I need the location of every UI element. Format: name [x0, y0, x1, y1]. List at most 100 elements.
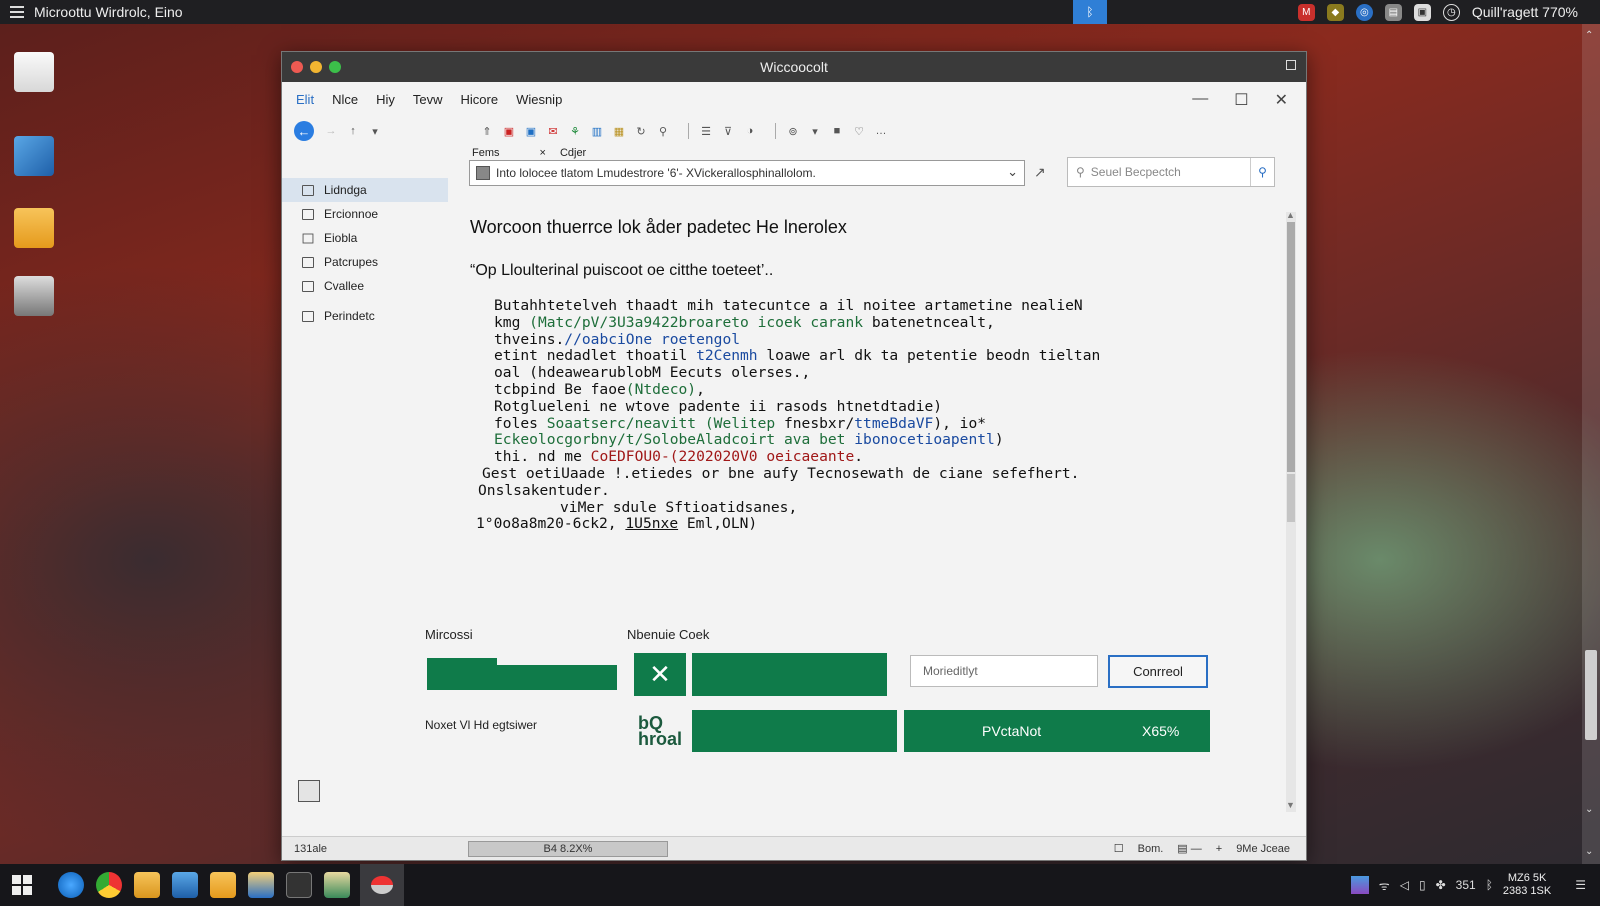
- panel-label-mid: Nbenuie Coek: [627, 627, 710, 642]
- computer-desktop-icon[interactable]: [14, 136, 54, 176]
- folder-icon[interactable]: ▦: [612, 124, 626, 138]
- battery-icon[interactable]: ▯: [1419, 878, 1426, 892]
- app-tray-icon[interactable]: [1350, 876, 1369, 894]
- menu-item-tevw[interactable]: Tevw: [413, 92, 443, 107]
- heart-icon[interactable]: ♡: [852, 124, 866, 138]
- search-button[interactable]: ⚲: [1250, 158, 1274, 186]
- square-icon[interactable]: ☐: [1114, 842, 1124, 855]
- layout-icon[interactable]: ▤ —: [1177, 842, 1201, 855]
- check-button[interactable]: ✕: [634, 653, 686, 696]
- globe-icon[interactable]: ◎: [1355, 3, 1373, 21]
- restore-icon[interactable]: [1286, 60, 1296, 70]
- contrast-icon[interactable]: ◑: [743, 124, 757, 138]
- chevron-down-icon[interactable]: ⌄: [1585, 846, 1593, 857]
- grid-icon[interactable]: ■: [830, 124, 844, 138]
- palette-icon[interactable]: ◆: [1326, 3, 1344, 21]
- chevron-down-icon[interactable]: ⌄: [1585, 804, 1593, 815]
- panel-input[interactable]: Morieditlyt: [910, 655, 1098, 687]
- menu-item-wiesnip[interactable]: Wiesnip: [516, 92, 562, 107]
- active-app-icon[interactable]: [360, 864, 404, 906]
- filter-icon[interactable]: ⊽: [721, 124, 735, 138]
- chevron-down-icon[interactable]: ⌄: [1007, 164, 1018, 180]
- control-button[interactable]: Conrreol: [1108, 655, 1208, 688]
- tab-fems[interactable]: Fems: [472, 147, 500, 159]
- content-scroll-thumb-secondary[interactable]: [1287, 474, 1295, 522]
- chart-icon[interactable]: ▥: [590, 124, 604, 138]
- chevron-down-icon[interactable]: ▾: [368, 124, 382, 138]
- menu-item-hiy[interactable]: Hiy: [376, 92, 395, 107]
- sidebar-item-perindetc[interactable]: Perindetc: [282, 304, 448, 328]
- menu-item-nlce[interactable]: Nlce: [332, 92, 358, 107]
- sidebar-item-patcrupes[interactable]: Patcrupes: [282, 250, 448, 274]
- window-titlebar[interactable]: Wiccoocolt: [282, 52, 1306, 82]
- tab-close-icon[interactable]: ×: [540, 147, 546, 159]
- file-explorer-icon[interactable]: [172, 872, 198, 898]
- hamburger-menu-icon[interactable]: [10, 6, 24, 18]
- menu-item-hicore[interactable]: Hicore: [460, 92, 498, 107]
- desktop-scroll-thumb[interactable]: [1585, 650, 1597, 740]
- volume-icon[interactable]: ◁: [1400, 878, 1409, 892]
- search-input[interactable]: ⚲ Seuel Becpectch ⚲: [1067, 157, 1275, 187]
- tab-cdjer[interactable]: Cdjer: [560, 147, 586, 159]
- chevron-down-icon[interactable]: ▾: [808, 124, 822, 138]
- maximize-icon[interactable]: ☐: [1234, 90, 1248, 110]
- minimize-icon[interactable]: —: [1192, 90, 1208, 110]
- bluetooth-icon[interactable]: ᛒ: [1073, 0, 1107, 24]
- share-icon[interactable]: ⚘: [568, 124, 582, 138]
- desktop-scrollbar[interactable]: ⌃ ⌄ ⌄: [1582, 24, 1600, 864]
- taskbar-clock[interactable]: MZ6 5K 2383 1SK: [1503, 872, 1551, 898]
- pin-icon[interactable]: ⚲: [656, 124, 670, 138]
- zoom-in-icon[interactable]: +: [1216, 843, 1222, 855]
- sidebar-item-eiobla[interactable]: Eiobla: [282, 226, 448, 250]
- sidebar-item-lidndga[interactable]: Lidndga: [282, 178, 448, 202]
- address-bar[interactable]: Into lolocee tlatom Lmudestrore '6'- XVi…: [469, 160, 1025, 186]
- close-icon[interactable]: ✕: [1275, 90, 1288, 110]
- clock-icon[interactable]: ◷: [1442, 3, 1460, 21]
- folder-icon[interactable]: [134, 872, 160, 898]
- red-app-icon[interactable]: M: [1297, 3, 1315, 21]
- mail-icon[interactable]: ✉: [546, 124, 560, 138]
- document-desktop-icon[interactable]: [14, 52, 54, 92]
- store-icon[interactable]: [324, 872, 350, 898]
- documents-folder-icon[interactable]: [210, 872, 236, 898]
- chrome-browser-icon[interactable]: [96, 872, 122, 898]
- chevron-down-icon[interactable]: ▼: [1286, 800, 1295, 810]
- photos-icon[interactable]: [248, 872, 274, 898]
- content-scroll-thumb[interactable]: [1287, 222, 1295, 472]
- up-arrow-icon[interactable]: ↑: [346, 124, 360, 138]
- language-icon[interactable]: ᛒ: [1486, 878, 1493, 892]
- back-arrow-icon[interactable]: ←: [294, 121, 314, 141]
- expand-arrow-icon[interactable]: ↗: [1034, 164, 1046, 181]
- sidebar-item-ercionnoe[interactable]: Ercionnoe: [282, 202, 448, 226]
- wifi-icon[interactable]: ᯤ: [1379, 877, 1390, 894]
- printer-icon[interactable]: ▤: [1384, 3, 1402, 21]
- box-icon[interactable]: ▣: [1413, 3, 1431, 21]
- calculator-icon[interactable]: [286, 872, 312, 898]
- chevron-up-icon[interactable]: ▲: [1286, 210, 1295, 220]
- notification-icon[interactable]: ☰: [1575, 878, 1586, 892]
- code-line: etint nedadlet thoatil t2Cenmh loawe arl…: [494, 347, 1101, 365]
- panel-label-left: Mircossi: [425, 627, 473, 642]
- content-scrollbar[interactable]: ▲ ▼: [1286, 210, 1296, 812]
- sidebar-item-cvallee[interactable]: Cvallee: [282, 274, 448, 298]
- green-bar-bottom[interactable]: [692, 710, 897, 752]
- forward-arrow-icon[interactable]: →: [324, 124, 338, 138]
- code-line: Rotglueleni ne wtove padente ii rasods h…: [494, 397, 943, 415]
- upload-icon[interactable]: ⇑: [480, 124, 494, 138]
- list-icon[interactable]: ☰: [699, 124, 713, 138]
- drive-desktop-icon[interactable]: [14, 276, 54, 316]
- photo-icon[interactable]: ▣: [524, 124, 538, 138]
- more-icon[interactable]: …: [874, 124, 888, 138]
- view-icon[interactable]: ⊚: [786, 124, 800, 138]
- edge-browser-icon[interactable]: [58, 872, 84, 898]
- green-bar-mid[interactable]: [692, 653, 887, 696]
- menu-item-elit[interactable]: Elit: [296, 92, 314, 107]
- chevron-up-icon[interactable]: ⌃: [1585, 30, 1593, 41]
- start-windows-icon[interactable]: [12, 875, 32, 895]
- folder-desktop-icon[interactable]: [14, 208, 54, 248]
- image-icon[interactable]: ▣: [502, 124, 516, 138]
- calendar-icon[interactable]: [298, 780, 320, 802]
- network-icon[interactable]: ✤: [1436, 878, 1446, 892]
- refresh-icon[interactable]: ↻: [634, 124, 648, 138]
- menu-bar: Elit Nlce Hiy Tevw Hicore Wiesnip: [296, 92, 562, 107]
